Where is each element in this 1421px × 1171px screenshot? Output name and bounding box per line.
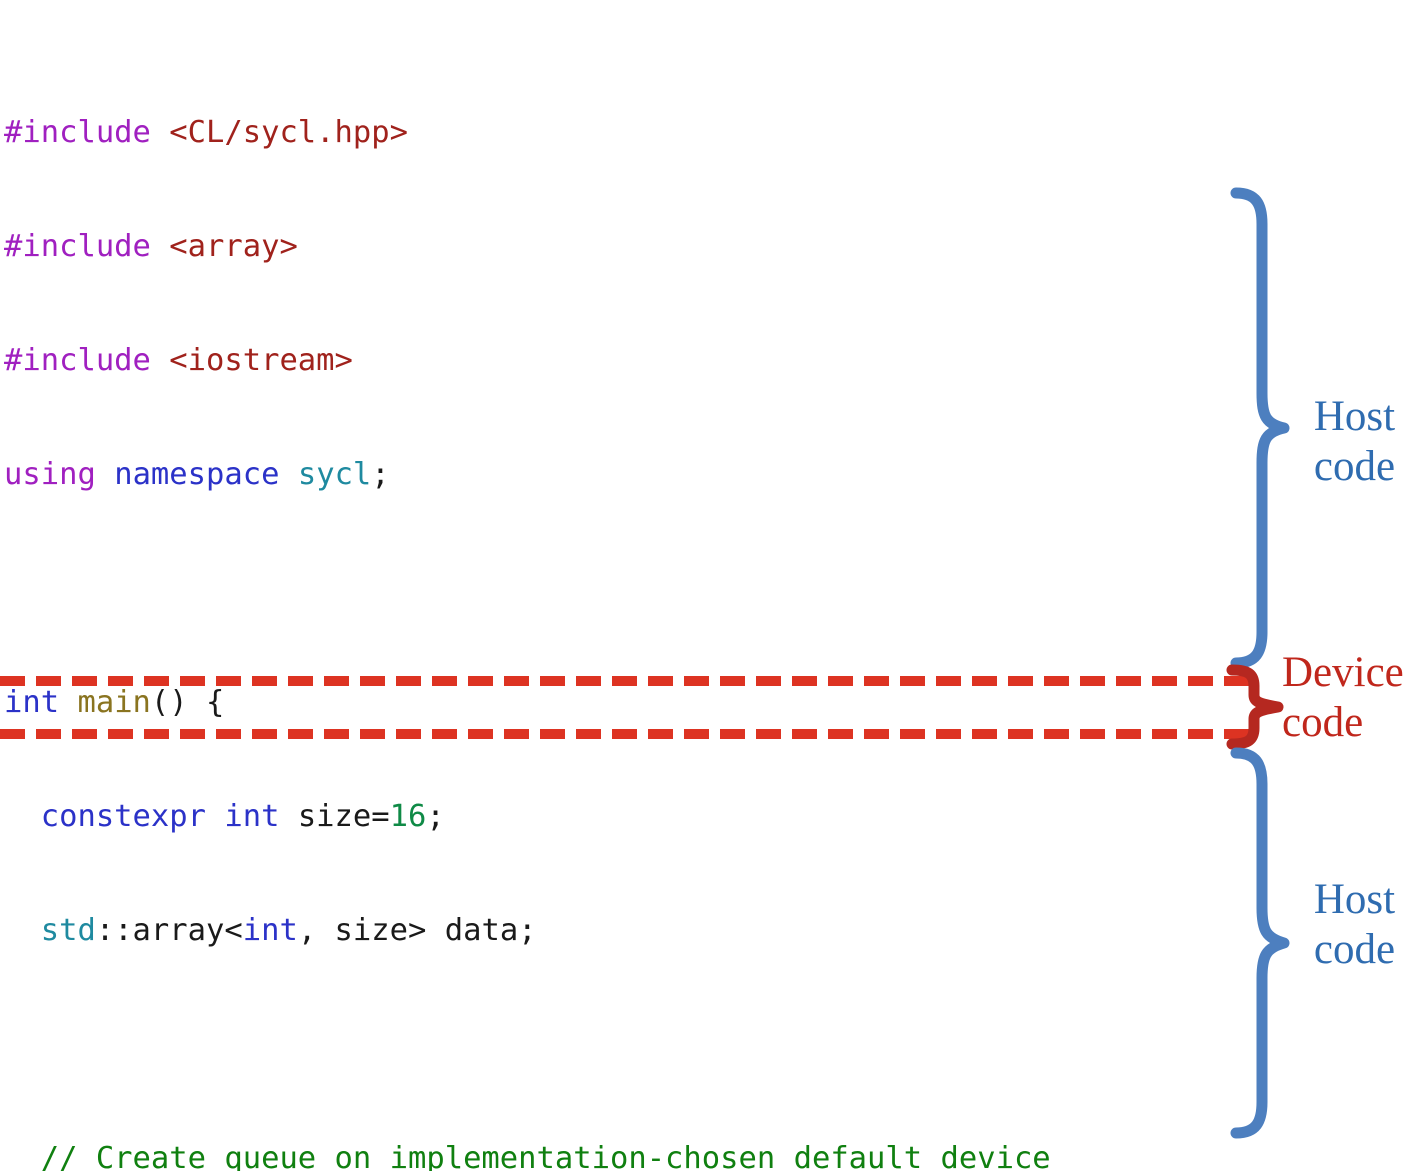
code-line: constexpr int size=16; <box>40 799 445 834</box>
device-code-brace <box>1226 664 1284 750</box>
code-line: // Create queue on implementation-chosen… <box>40 1141 1051 1171</box>
code-line: #include <CL/sycl.hpp> <box>4 115 408 150</box>
annotation-device-code: Device code <box>1282 649 1404 746</box>
code-line: #include <array> <box>4 229 298 264</box>
code-line: #include <iostream> <box>4 343 353 378</box>
code-line: std::array<int, size> data; <box>40 913 537 948</box>
host-code-brace-bottom <box>1230 747 1290 1139</box>
annotation-host-code-top: Host code <box>1313 393 1396 490</box>
device-code-top-separator <box>0 676 1258 686</box>
code-line: int main() { <box>4 685 225 720</box>
source-code-listing: #include <CL/sycl.hpp> #include <array> … <box>4 0 1234 1171</box>
code-line: using namespace sycl; <box>4 457 390 492</box>
annotation-host-code-bottom: Host code <box>1313 876 1396 973</box>
figure-canvas: #include <CL/sycl.hpp> #include <array> … <box>0 0 1421 1171</box>
device-code-bottom-separator <box>0 729 1258 739</box>
host-code-brace-top <box>1230 187 1290 669</box>
